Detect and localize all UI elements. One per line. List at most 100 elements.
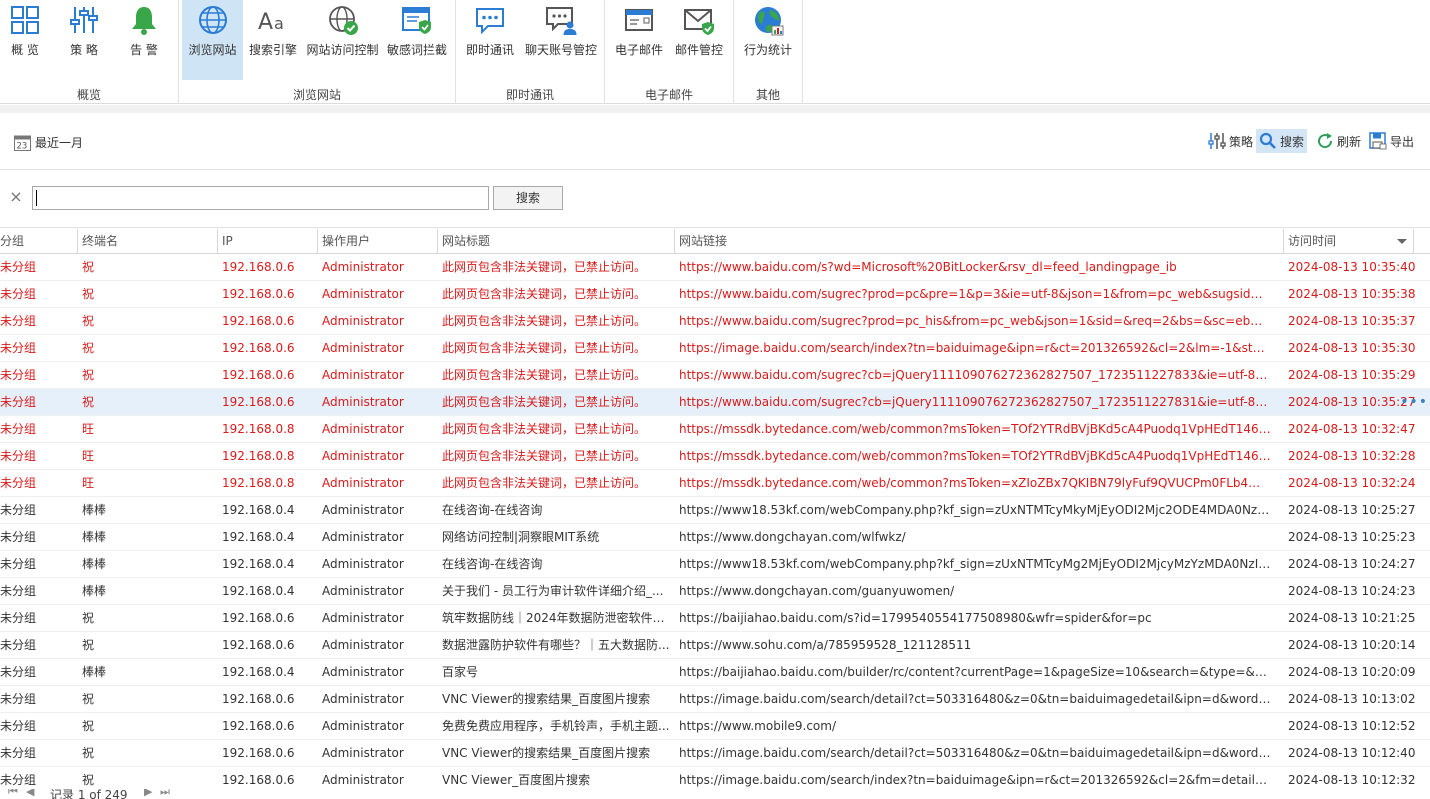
cell-ip: 192.168.0.4 <box>222 530 295 544</box>
globe-stats-icon <box>755 7 784 36</box>
cell-url: https://www18.53kf.com/webCompany.php?kf… <box>679 503 1271 517</box>
cell-title: VNC Viewer的搜索结果_百度图片搜索 <box>442 692 651 706</box>
refresh-action[interactable]: 刷新 <box>1313 129 1364 153</box>
email-button[interactable]: 电子邮件 <box>611 0 667 80</box>
table-row[interactable]: 未分组 祝 192.168.0.6 Administrator 此网页包含非法关键词，已… <box>0 281 1430 308</box>
table-row[interactable]: 未分组 祝 192.168.0.6 Administrator VNC Viewer的搜… <box>0 740 1430 767</box>
cell-user: Administrator <box>322 611 404 625</box>
table-row[interactable]: 未分组 祝 192.168.0.6 Administrator 此网页包含非法关键词，已… <box>0 308 1430 335</box>
cell-ip: 192.168.0.6 <box>222 692 295 706</box>
behavior-stats-label: 行为统计 <box>743 43 792 57</box>
first-page-icon[interactable]: ⏮ <box>8 789 18 799</box>
table-row[interactable]: 未分组 旺 192.168.0.8 Administrator 此网页包含非法关键词，已… <box>0 443 1430 470</box>
policy-button[interactable]: 策 略 <box>58 0 110 80</box>
cell-user: Administrator <box>322 719 404 733</box>
cell-group: 未分组 <box>0 341 37 355</box>
cell-user: Administrator <box>322 503 404 517</box>
cell-url: https://www.mobile9.com/ <box>679 719 836 733</box>
cell-title: 免费免费应用程序，手机铃声，手机主题... <box>442 719 670 733</box>
search-engine-button[interactable]: A a 搜索引擎 <box>245 0 301 80</box>
alert-button[interactable]: 告 警 <box>118 0 170 80</box>
ribbon-group-label: 即时通讯 <box>505 88 554 102</box>
cell-terminal: 祝 <box>82 611 95 625</box>
overview-icon <box>11 6 39 34</box>
table-row[interactable]: 未分组 祝 192.168.0.6 Administrator 此网页包含非法关键词，已… <box>0 389 1430 416</box>
table-body: 未分组祝 192.168.0.6 Administrator 此网页包含非法关键词，已… <box>0 254 1430 794</box>
cell-url: https://mssdk.bytedance.com/web/common?m… <box>679 476 1271 490</box>
cell-user: Administrator <box>322 584 404 598</box>
column-header-title[interactable]: 网站标题 <box>438 229 675 254</box>
column-header-user[interactable]: 操作用户 <box>318 229 438 254</box>
table-row[interactable]: 未分组 祝 192.168.0.6 Administrator 筑牢数据防线｜2024年… <box>0 605 1430 632</box>
cell-ip: 192.168.0.6 <box>222 719 295 733</box>
cell-terminal: 祝 <box>82 287 95 301</box>
cell-ip: 192.168.0.8 <box>222 476 295 490</box>
column-header-group[interactable]: 分组 <box>0 229 78 254</box>
table-row[interactable]: 未分组 棒棒 192.168.0.4 Administrator 在线咨询-在线咨询 ht… <box>0 551 1430 578</box>
toolbar: 23 最近一月 策略 搜索 刷新 导出 <box>0 113 1430 170</box>
table-row[interactable]: 未分组 棒棒 192.168.0.4 Administrator 网络访问控制|洞察眼M… <box>0 524 1430 551</box>
ribbon-group-email: 电子邮件 邮件管控 电子邮件 <box>605 0 734 104</box>
table-row[interactable]: 未分组 旺 192.168.0.8 Administrator 此网页包含非法关键词，已… <box>0 470 1430 497</box>
svg-text:A: A <box>258 10 273 35</box>
column-header-ip[interactable]: IP <box>218 229 318 254</box>
search-action-label: 搜索 <box>1280 134 1305 149</box>
sensitive-word-block-button[interactable]: 敏感词拦截 <box>384 0 450 80</box>
cell-group: 未分组 <box>0 314 37 328</box>
email-control-button[interactable]: 邮件管控 <box>671 0 727 80</box>
search-engine-label: 搜索引擎 <box>248 43 297 57</box>
instant-messaging-button[interactable]: 即时通讯 <box>463 0 517 80</box>
search-button[interactable]: 搜索 <box>493 186 563 210</box>
chat-bubble-icon <box>476 8 504 35</box>
table-row[interactable]: 未分组 棒棒 192.168.0.4 Administrator 在线咨询-在线咨询 ht… <box>0 497 1430 524</box>
cell-title: VNC Viewer的搜索结果_百度图片搜索 <box>442 746 651 760</box>
overview-label: 概 览 <box>11 43 39 57</box>
cell-time: 2024-08-13 10:13:02 <box>1288 692 1416 706</box>
search-action[interactable]: 搜索 <box>1256 129 1308 153</box>
table-row[interactable]: 未分组 祝 192.168.0.6 Administrator 免费免费应用程序，手机铃… <box>0 713 1430 740</box>
column-header-terminal[interactable]: 终端名 <box>78 229 218 254</box>
cell-url: https://baijiahao.baidu.com/s?id=1799540… <box>679 611 1152 625</box>
behavior-stats-button[interactable]: 行为统计 <box>740 0 796 80</box>
table-row[interactable]: 未分组 祝 192.168.0.6 Administrator VNC Viewer的搜… <box>0 686 1430 713</box>
prev-page-icon[interactable]: ◀ <box>26 789 34 798</box>
website-access-control-button[interactable]: 网站访问控制 <box>304 0 381 80</box>
cell-time: 2024-08-13 10:20:09 <box>1288 665 1416 679</box>
last-page-icon[interactable]: ⏭ <box>160 789 170 799</box>
table-row[interactable]: 未分组 棒棒 192.168.0.4 Administrator 百家号 https://… <box>0 659 1430 686</box>
next-page-icon[interactable]: ▶ <box>144 789 152 798</box>
table-row[interactable]: 未分组 祝 192.168.0.6 Administrator 数据泄露防护软件有哪些？… <box>0 632 1430 659</box>
browse-website-button[interactable]: 浏览网站 <box>182 0 243 80</box>
period-selector[interactable]: 23 最近一月 <box>14 133 83 151</box>
cell-url: https://www18.53kf.com/webCompany.php?kf… <box>679 557 1271 571</box>
email-control-label: 邮件管控 <box>674 43 723 57</box>
table-row[interactable]: 未分组 祝 192.168.0.6 Administrator 此网页包含非法关键词，已… <box>0 362 1430 389</box>
cell-url: https://www.sohu.com/a/785959528_1211285… <box>679 638 972 652</box>
policy-sliders-icon <box>70 7 98 33</box>
cell-url: https://www.dongchayan.com/wlfwkz/ <box>679 530 906 544</box>
pager: ⏮ ◀ 记录 1 of 249 ▶ ⏭ <box>0 789 1430 799</box>
chat-account-control-button[interactable]: 聊天账号管控 <box>522 0 600 80</box>
cell-terminal: 祝 <box>82 719 95 733</box>
period-label: 最近一月 <box>35 135 84 150</box>
table-row[interactable]: 未分组 祝 192.168.0.6 Administrator 此网页包含非法关键词，已… <box>0 335 1430 362</box>
table-row[interactable]: 未分组 棒棒 192.168.0.4 Administrator 关于我们 - 员工行为… <box>0 578 1430 605</box>
cell-title: 此网页包含非法关键词，已禁止访问。 <box>442 422 647 436</box>
column-header-time[interactable]: 访问时间 <box>1284 229 1414 254</box>
close-icon[interactable]: × <box>8 189 24 205</box>
alert-label: 告 警 <box>130 43 158 57</box>
row-more-icon[interactable]: ••• <box>1400 389 1428 416</box>
policy-action[interactable]: 策略 <box>1205 129 1256 153</box>
cell-group: 未分组 <box>0 611 37 625</box>
table-row[interactable]: 未分组 旺 192.168.0.8 Administrator 此网页包含非法关键词，已… <box>0 416 1430 443</box>
cell-terminal: 祝 <box>82 314 95 328</box>
table-row[interactable]: 未分组 祝 192.168.0.6 Administrator 此网页包含非法关键词，已… <box>0 254 1430 281</box>
search-row: × 搜索 <box>0 170 1430 228</box>
cell-time: 2024-08-13 10:32:28 <box>1288 449 1416 463</box>
svg-text:a: a <box>274 14 284 33</box>
envelope-icon <box>625 9 653 31</box>
overview-button[interactable]: 概 览 <box>0 0 50 80</box>
export-action[interactable]: 导出 <box>1366 129 1417 153</box>
column-header-url[interactable]: 网站链接 <box>675 229 1284 254</box>
search-input[interactable] <box>32 186 489 210</box>
